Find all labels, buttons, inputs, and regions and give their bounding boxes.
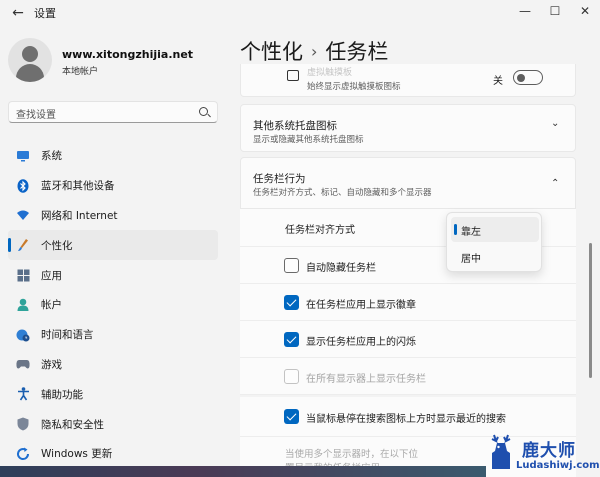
- sidebar-nav: 系统 蓝牙和其他设备 网络和 Internet 个性化 应用 帐户 时间和语言 …: [8, 141, 218, 469]
- person-icon: [16, 298, 30, 312]
- option-row-flashing[interactable]: 显示任务栏应用上的闪烁: [240, 321, 576, 358]
- sidebar-item-label: 隐私和安全性: [41, 418, 104, 431]
- option-label: 自动隐藏任务栏: [306, 263, 376, 274]
- chevron-up-icon[interactable]: ⌃: [551, 178, 559, 189]
- wifi-icon: [16, 208, 30, 222]
- other-tray-card[interactable]: 其他系统托盘图标 显示或隐藏其他系统托盘图标 ⌄: [240, 104, 576, 152]
- monitor-icon: [16, 149, 30, 163]
- behaviors-desc: 任务栏对齐方式、标记、自动隐藏和多个显示器: [253, 188, 432, 198]
- touchpad-title: 虚拟触摸板: [307, 68, 353, 78]
- apps-icon: [16, 268, 30, 282]
- sidebar-item-accessibility[interactable]: 辅助功能: [8, 379, 218, 409]
- other-tray-title: 其他系统托盘图标: [253, 120, 337, 132]
- touchpad-toggle[interactable]: [513, 70, 543, 85]
- option-row-badges[interactable]: 在任务栏应用上显示徽章: [240, 284, 576, 321]
- recent-searches-checkbox[interactable]: [284, 409, 299, 424]
- option-label: 在任务栏应用上显示徽章: [306, 300, 416, 311]
- sidebar-item-gaming[interactable]: 游戏: [8, 350, 218, 380]
- taskbar-strip: [0, 466, 486, 477]
- breadcrumb: 个性化 › 任务栏: [240, 36, 388, 66]
- multi-display-label-line1: 当使用多个显示器时，在以下位: [285, 449, 419, 460]
- dropdown-option-center[interactable]: 居中: [451, 244, 539, 269]
- shield-icon: [16, 417, 30, 431]
- alignment-dropdown[interactable]: 靠左 居中: [446, 212, 542, 272]
- badges-checkbox[interactable]: [284, 295, 299, 310]
- accessibility-icon: [16, 387, 30, 401]
- breadcrumb-parent[interactable]: 个性化: [240, 40, 303, 64]
- sidebar-item-label: 应用: [41, 269, 62, 282]
- flashing-checkbox[interactable]: [284, 332, 299, 347]
- sidebar-item-label: 网络和 Internet: [41, 209, 118, 222]
- close-button[interactable]: ✕: [570, 0, 600, 24]
- brush-icon: [16, 238, 30, 252]
- sidebar-item-system[interactable]: 系统: [8, 141, 218, 171]
- sidebar-item-network[interactable]: 网络和 Internet: [8, 201, 218, 231]
- touchpad-desc: 始终显示虚拟触摸板图标: [307, 82, 401, 92]
- option-label: 当鼠标悬停在搜索图标上方时显示最近的搜索: [306, 414, 506, 425]
- avatar: [8, 38, 52, 82]
- update-icon: [16, 447, 30, 461]
- sidebar-item-label: Windows 更新: [41, 448, 113, 461]
- sidebar-item-label: 辅助功能: [41, 388, 83, 401]
- deer-logo-icon: [491, 434, 511, 469]
- search-input[interactable]: 查找设置: [8, 101, 218, 123]
- account-profile[interactable]: www.xitongzhijia.net 本地帐户: [8, 38, 218, 82]
- chevron-down-icon[interactable]: ⌄: [551, 118, 559, 129]
- option-label: 在所有显示器上显示任务栏: [306, 374, 426, 385]
- globe-clock-icon: [16, 328, 30, 342]
- window-title: 设置: [34, 7, 56, 20]
- option-row-all-displays: 在所有显示器上显示任务栏: [240, 358, 576, 395]
- sidebar-item-label: 个性化: [41, 239, 73, 252]
- option-label: 显示任务栏应用上的闪烁: [306, 337, 416, 348]
- window-controls: — ☐ ✕: [510, 0, 600, 26]
- account-type: 本地帐户: [62, 67, 99, 77]
- dropdown-option-label: 靠左: [461, 227, 481, 238]
- minimize-button[interactable]: —: [510, 0, 540, 24]
- all-displays-checkbox: [284, 369, 299, 384]
- behaviors-card[interactable]: 任务栏行为 任务栏对齐方式、标记、自动隐藏和多个显示器 ⌃: [240, 157, 576, 209]
- watermark-url: Ludashiwj.com: [516, 460, 600, 471]
- sidebar-item-bluetooth[interactable]: 蓝牙和其他设备: [8, 171, 218, 201]
- watermark: 鹿大师 Ludashiwj.com: [486, 433, 600, 477]
- title-bar: ← 设置 — ☐ ✕: [0, 0, 600, 26]
- sidebar-item-label: 时间和语言: [41, 329, 94, 342]
- watermark-name: 鹿大师: [522, 441, 576, 461]
- scrollbar[interactable]: [589, 243, 592, 378]
- back-button[interactable]: ←: [8, 3, 28, 23]
- sidebar-item-label: 游戏: [41, 358, 62, 371]
- sidebar-item-label: 蓝牙和其他设备: [41, 180, 115, 193]
- sidebar-item-time-language[interactable]: 时间和语言: [8, 320, 218, 350]
- sidebar-item-label: 帐户: [41, 299, 62, 312]
- dropdown-option-left[interactable]: 靠左: [451, 217, 539, 242]
- sidebar-item-label: 系统: [41, 150, 62, 163]
- account-name: www.xitongzhijia.net: [62, 48, 194, 61]
- search-placeholder: 查找设置: [16, 110, 56, 121]
- sidebar-item-windows-update[interactable]: Windows 更新: [8, 439, 218, 469]
- sidebar-item-personalization[interactable]: 个性化: [8, 230, 218, 261]
- alignment-label: 任务栏对齐方式: [285, 225, 355, 236]
- chevron-right-icon: ›: [311, 42, 318, 61]
- autohide-checkbox[interactable]: [284, 258, 299, 273]
- sidebar-item-apps[interactable]: 应用: [8, 260, 218, 290]
- sidebar-item-privacy[interactable]: 隐私和安全性: [8, 409, 218, 439]
- sidebar-item-accounts[interactable]: 帐户: [8, 290, 218, 320]
- dropdown-option-label: 居中: [461, 254, 481, 265]
- touchpad-icon: [287, 70, 299, 81]
- page-title: 任务栏: [325, 40, 389, 64]
- other-tray-desc: 显示或隐藏其他系统托盘图标: [253, 135, 364, 145]
- touchpad-card: 虚拟触摸板 始终显示虚拟触摸板图标 关: [240, 64, 576, 97]
- behaviors-title: 任务栏行为: [253, 173, 306, 185]
- gamepad-icon: [16, 357, 30, 371]
- maximize-button[interactable]: ☐: [540, 0, 570, 24]
- option-row-recent-searches[interactable]: 当鼠标悬停在搜索图标上方时显示最近的搜索: [240, 397, 576, 437]
- toggle-state-label: 关: [493, 76, 503, 87]
- bluetooth-icon: [16, 178, 30, 193]
- search-icon[interactable]: [199, 107, 208, 116]
